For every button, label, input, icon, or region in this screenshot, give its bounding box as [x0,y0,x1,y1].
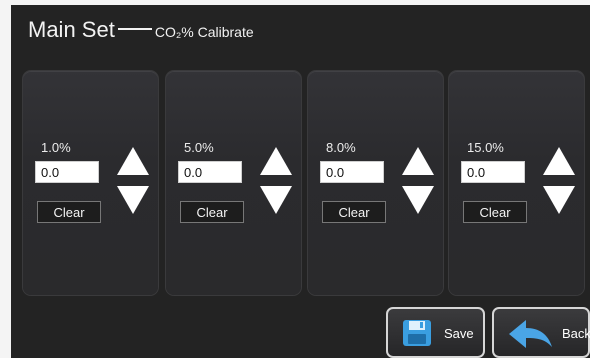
value-input[interactable]: 0.0 [320,161,384,183]
percent-label: 1.0% [41,140,71,155]
triangle-down-icon[interactable] [402,186,434,214]
save-label: Save [444,326,474,341]
clear-button[interactable]: Clear [322,201,386,223]
triangle-down-icon[interactable] [543,186,575,214]
back-button[interactable]: Back [492,307,590,358]
calibration-panel-2: 5.0% 0.0 Clear [166,71,301,295]
triangle-up-icon[interactable] [260,147,292,175]
triangle-down-icon[interactable] [117,186,149,214]
title-separator [117,28,152,30]
triangle-down-icon[interactable] [260,186,292,214]
triangle-up-icon[interactable] [543,147,575,175]
value-input[interactable]: 0.0 [178,161,242,183]
triangle-up-icon[interactable] [117,147,149,175]
clear-button[interactable]: Clear [37,201,101,223]
calibration-panel-4: 15.0% 0.0 Clear [449,71,584,295]
calibration-screen: Main Set CO₂% Calibrate 1.0% 0.0 Clear 5… [11,5,590,358]
value-input[interactable]: 0.0 [35,161,99,183]
clear-button[interactable]: Clear [463,201,527,223]
calibration-panel-1: 1.0% 0.0 Clear [23,71,158,295]
title-sub: CO₂% Calibrate [154,24,254,40]
back-arrow-icon [509,320,552,348]
calibration-panel-3: 8.0% 0.0 Clear [308,71,443,295]
triangle-up-icon[interactable] [402,147,434,175]
title-main: Main Set [28,17,115,42]
clear-button[interactable]: Clear [180,201,244,223]
percent-label: 8.0% [326,140,356,155]
floppy-disk-icon [403,320,431,346]
page-title: Main Set CO₂% Calibrate [28,17,254,43]
save-button[interactable]: Save [386,307,485,358]
back-label: Back [562,326,590,341]
percent-label: 5.0% [184,140,214,155]
value-input[interactable]: 0.0 [461,161,525,183]
percent-label: 15.0% [467,140,504,155]
